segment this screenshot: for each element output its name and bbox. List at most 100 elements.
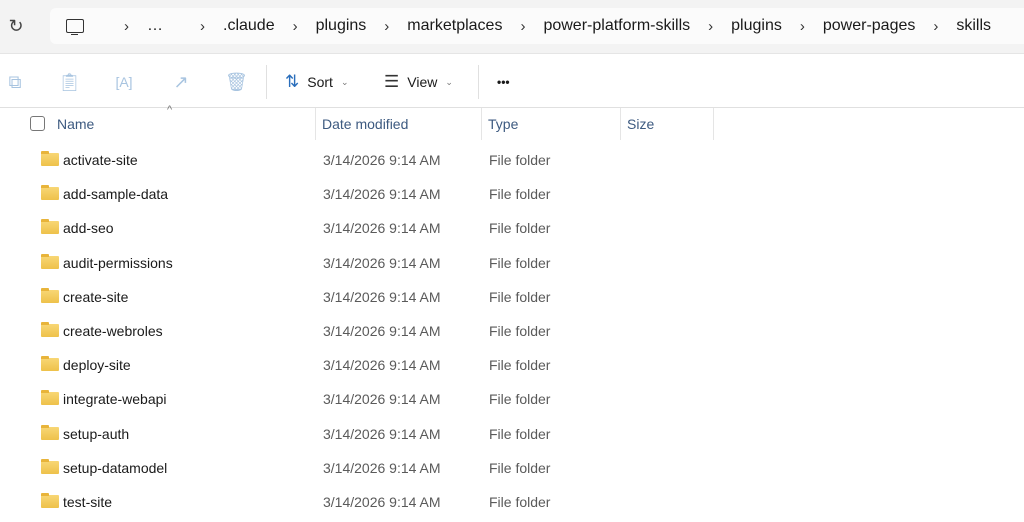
file-date: 3/14/2026 9:14 AM — [323, 494, 441, 510]
file-date: 3/14/2026 9:14 AM — [323, 220, 441, 236]
address-bar[interactable]: › … › .claude › plugins › marketplaces › power-pl… — [50, 8, 1024, 44]
folder-icon — [41, 290, 59, 303]
column-resizer[interactable] — [315, 108, 316, 140]
divider — [478, 65, 479, 99]
folder-icon — [41, 187, 59, 200]
chevron-right-icon[interactable]: › — [384, 18, 389, 35]
folder-icon — [41, 358, 59, 371]
chevron-right-icon[interactable]: › — [124, 18, 129, 35]
column-resizer[interactable] — [481, 108, 482, 140]
file-type: File folder — [489, 391, 550, 407]
file-name: add-seo — [63, 220, 114, 236]
chevron-right-icon[interactable]: › — [933, 18, 938, 35]
file-date: 3/14/2026 9:14 AM — [323, 186, 441, 202]
file-name: integrate-webapi — [63, 391, 167, 407]
copy-icon[interactable]: ⧉ — [4, 71, 26, 93]
paste-icon[interactable]: 📋︎ — [58, 71, 80, 93]
file-date: 3/14/2026 9:14 AM — [323, 289, 441, 305]
breadcrumb-overflow[interactable]: … — [147, 17, 164, 35]
column-header-size[interactable]: Size — [627, 116, 654, 132]
file-date: 3/14/2026 9:14 AM — [323, 391, 441, 407]
folder-icon — [41, 221, 59, 234]
this-pc-icon[interactable] — [66, 19, 84, 33]
column-resizer[interactable] — [620, 108, 621, 140]
file-type: File folder — [489, 289, 550, 305]
file-type: File folder — [489, 357, 550, 373]
file-row[interactable]: create-webroles 3/14/2026 9:14 AM File f… — [0, 314, 1024, 348]
folder-icon — [41, 427, 59, 440]
breadcrumb-item[interactable]: skills — [956, 17, 991, 35]
breadcrumb-item[interactable]: power-pages — [823, 17, 916, 35]
file-row[interactable]: audit-permissions 3/14/2026 9:14 AM File… — [0, 246, 1024, 280]
folder-icon — [41, 153, 59, 166]
file-type: File folder — [489, 186, 550, 202]
file-row[interactable]: activate-site 3/14/2026 9:14 AM File fol… — [0, 143, 1024, 177]
file-type: File folder — [489, 426, 550, 442]
view-button[interactable]: ☰ View ⌄ — [384, 69, 453, 95]
breadcrumb-item[interactable]: power-platform-skills — [543, 17, 690, 35]
folder-icon — [41, 256, 59, 269]
share-icon[interactable]: ↗ — [170, 71, 192, 93]
file-name: setup-datamodel — [63, 460, 167, 476]
file-name: activate-site — [63, 152, 138, 168]
sort-icon: ⇅ — [285, 72, 299, 92]
select-all-checkbox[interactable] — [30, 116, 45, 131]
file-row[interactable]: setup-datamodel 3/14/2026 9:14 AM File f… — [0, 451, 1024, 485]
file-row[interactable]: add-sample-data 3/14/2026 9:14 AM File f… — [0, 177, 1024, 211]
file-name: test-site — [63, 494, 112, 510]
refresh-icon[interactable]: ↻ — [6, 14, 26, 38]
file-row[interactable]: integrate-webapi 3/14/2026 9:14 AM File … — [0, 382, 1024, 416]
chevron-down-icon: ⌄ — [341, 77, 349, 88]
file-name: add-sample-data — [63, 186, 168, 202]
file-type: File folder — [489, 323, 550, 339]
file-name: create-webroles — [63, 323, 163, 339]
view-icon: ☰ — [384, 72, 399, 92]
file-date: 3/14/2026 9:14 AM — [323, 323, 441, 339]
chevron-down-icon: ⌄ — [445, 77, 453, 88]
file-type: File folder — [489, 255, 550, 271]
column-header-date[interactable]: Date modified — [322, 116, 408, 132]
divider — [266, 65, 267, 99]
column-header-type[interactable]: Type — [488, 116, 518, 132]
file-date: 3/14/2026 9:14 AM — [323, 426, 441, 442]
file-row[interactable]: setup-auth 3/14/2026 9:14 AM File folder — [0, 417, 1024, 451]
chevron-right-icon[interactable]: › — [520, 18, 525, 35]
rename-icon[interactable]: [A] — [113, 71, 135, 93]
file-date: 3/14/2026 9:14 AM — [323, 255, 441, 271]
navigation-bar: ↻ › … › .claude › plugins › marketplaces › power-… — [0, 0, 1024, 54]
breadcrumb-item[interactable]: marketplaces — [407, 17, 502, 35]
file-type: File folder — [489, 460, 550, 476]
file-name: setup-auth — [63, 426, 129, 442]
file-type: File folder — [489, 220, 550, 236]
delete-icon[interactable]: 🗑︎ — [225, 71, 247, 93]
file-name: audit-permissions — [63, 255, 173, 271]
column-resizer[interactable] — [713, 108, 714, 140]
chevron-right-icon[interactable]: › — [708, 18, 713, 35]
file-name: create-site — [63, 289, 128, 305]
file-name: deploy-site — [63, 357, 131, 373]
file-date: 3/14/2026 9:14 AM — [323, 460, 441, 476]
file-date: 3/14/2026 9:14 AM — [323, 357, 441, 373]
chevron-right-icon[interactable]: › — [800, 18, 805, 35]
file-row[interactable]: add-seo 3/14/2026 9:14 AM File folder — [0, 211, 1024, 245]
sort-button[interactable]: ⇅ Sort ⌄ — [285, 69, 348, 95]
file-row[interactable]: create-site 3/14/2026 9:14 AM File folde… — [0, 280, 1024, 314]
file-type: File folder — [489, 494, 550, 510]
breadcrumb-item[interactable]: .claude — [223, 17, 275, 35]
folder-icon — [41, 392, 59, 405]
breadcrumb-item[interactable]: plugins — [731, 17, 782, 35]
command-bar: ⧉ 📋︎ [A] ↗ 🗑︎ ⇅ Sort ⌄ ☰ View ⌄ ••• — [0, 55, 1024, 108]
view-label: View — [407, 74, 437, 90]
breadcrumb-item[interactable]: plugins — [316, 17, 367, 35]
more-options-button[interactable]: ••• — [497, 69, 510, 95]
file-row[interactable]: test-site 3/14/2026 9:14 AM File folder — [0, 485, 1024, 519]
folder-icon — [41, 324, 59, 337]
column-header-row: ^ Name Date modified Type Size — [0, 108, 1024, 140]
column-header-name[interactable]: Name — [57, 116, 94, 132]
chevron-right-icon[interactable]: › — [293, 18, 298, 35]
sort-label: Sort — [307, 74, 333, 90]
sort-ascending-icon: ^ — [167, 104, 172, 116]
chevron-right-icon[interactable]: › — [200, 18, 205, 35]
file-date: 3/14/2026 9:14 AM — [323, 152, 441, 168]
file-row[interactable]: deploy-site 3/14/2026 9:14 AM File folde… — [0, 348, 1024, 382]
